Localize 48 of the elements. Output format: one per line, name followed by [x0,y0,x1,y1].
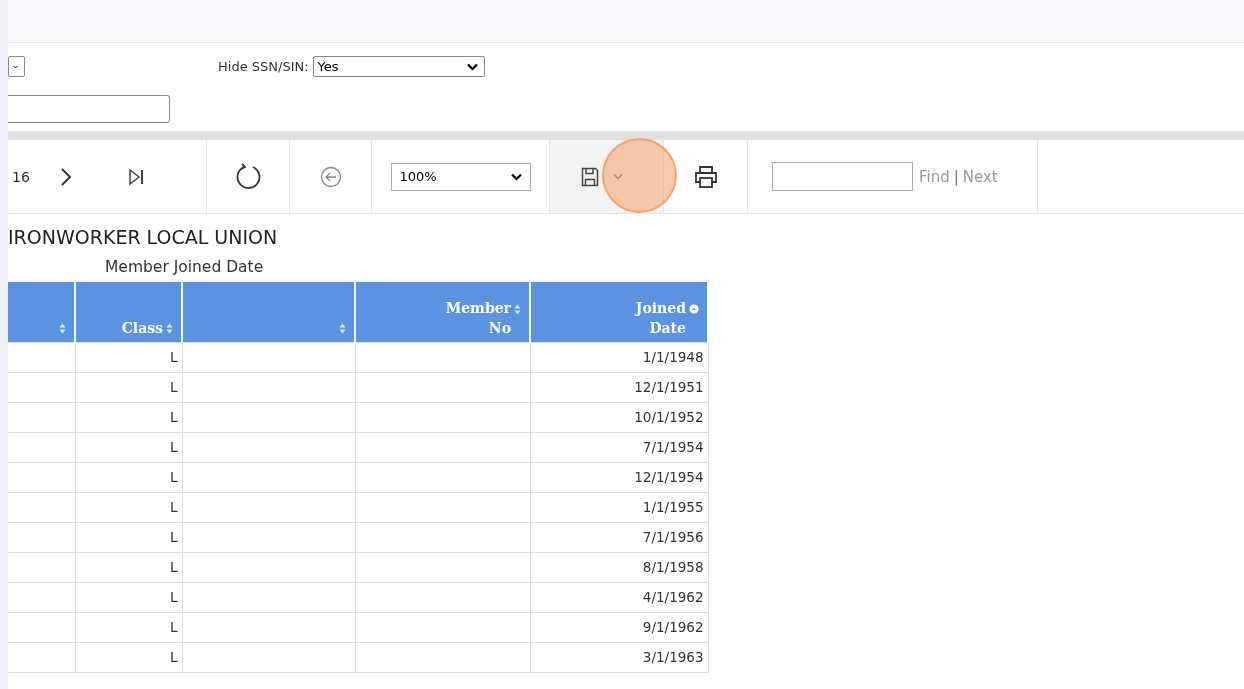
table-cell: L [75,492,182,522]
sort-icon[interactable] [514,303,521,315]
column-label: Class [121,318,163,338]
caret-icon [612,173,623,180]
chevron-down-icon [510,172,522,181]
save-icon [580,166,599,187]
table-cell: L [75,582,182,612]
table-cell: L [75,342,182,372]
table-cell: 10/1/1952 [530,402,708,432]
table-cell: 4/1/1962 [530,582,708,612]
text-field[interactable] [8,95,170,123]
table-cell: 1/1/1948 [530,342,708,372]
table-cell: L [75,372,182,402]
page-count: 16 [12,168,30,185]
dropdown[interactable] [8,56,25,77]
table-cell: L [75,462,182,492]
sort-icon[interactable] [166,322,173,334]
table-cell: L [75,642,182,672]
table-cell: 12/1/1951 [530,372,708,402]
zoom-dropdown[interactable]: 100% [390,162,531,191]
table-cell: L [75,612,182,642]
column-label: Member No [445,298,511,338]
table-cell: L [75,432,182,462]
last-page-button[interactable] [127,167,144,186]
report-title: IRONWORKER LOCAL UNION [8,225,279,250]
table-cell: L [75,552,182,582]
chevron-down-icon [466,62,478,71]
next-page-button[interactable] [59,166,72,187]
table-cell: 3/1/1963 [530,642,708,672]
separator-text: | [953,167,959,186]
table-cell: 12/1/1954 [530,462,708,492]
sorted-ascending-icon[interactable] [689,303,699,314]
table-cell: L [75,522,182,552]
sort-icon[interactable] [339,322,346,334]
sort-icon[interactable] [59,322,66,334]
report-subtitle: Member Joined Date [105,257,265,278]
hide-ssn-dropdown[interactable]: Yes [312,56,485,77]
hide-ssn-label: Hide SSN/SIN: [218,59,309,74]
column-label: Joined Date [635,298,686,338]
table-cell: 7/1/1954 [530,432,708,462]
table-cell: 9/1/1962 [530,612,708,642]
table-cell: 8/1/1958 [530,552,708,582]
table-cell: L [75,402,182,432]
find-field[interactable] [772,162,913,191]
table-cell: 1/1/1955 [530,492,708,522]
table-cell: 7/1/1956 [530,522,708,552]
print-button[interactable] [693,164,718,189]
back-button[interactable] [319,165,342,188]
